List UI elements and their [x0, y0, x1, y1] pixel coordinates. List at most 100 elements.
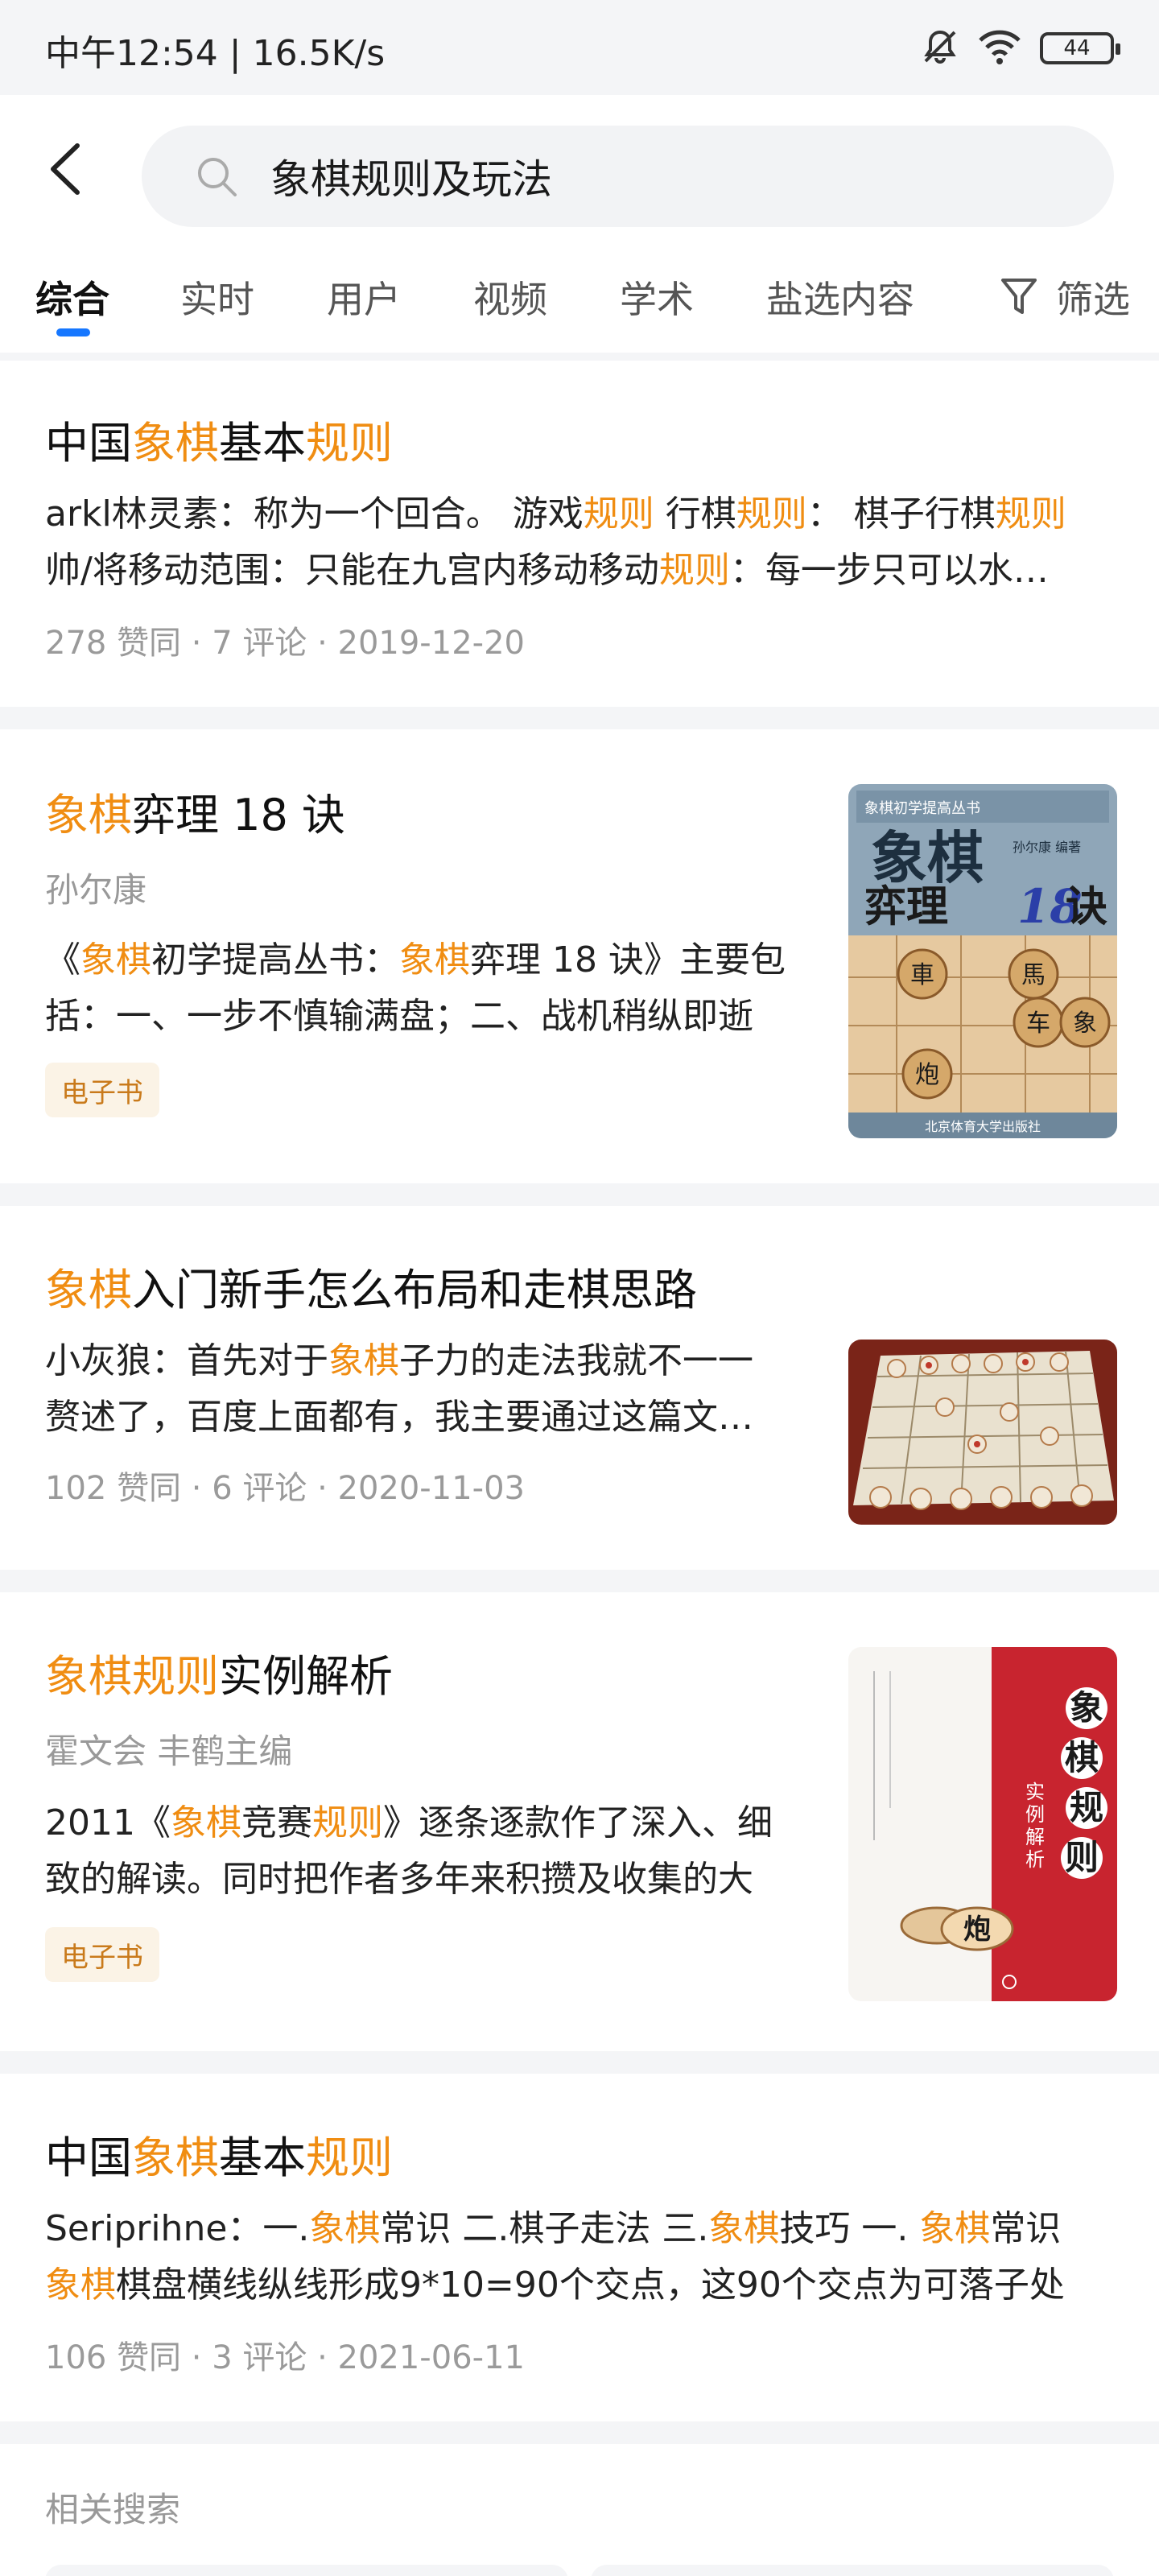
result-card[interactable]: 象棋入门新手怎么布局和走棋思路 小灰狼：首先对于象棋子力的走法我就不一一 赘述了…: [0, 1206, 1159, 1570]
highlight-term: 规则: [736, 493, 807, 535]
card-meta: 102 赞同 · 6 评论 · 2020-11-03: [45, 1470, 525, 1507]
text-segment: 竞赛: [241, 1802, 312, 1843]
related-searches-title: 相关搜索: [45, 2490, 181, 2529]
snippet-line: Seriprihne：一.象棋常识 二.棋子走法 三.象棋技巧 一. 象棋常识: [45, 2201, 1116, 2257]
highlight-term: 象棋: [708, 2208, 780, 2249]
highlight-term: 规则: [583, 493, 654, 535]
text-segment: 基本: [219, 418, 306, 469]
card-title: 象棋弈理 18 诀: [45, 779, 345, 843]
result-card[interactable]: 中国象棋基本规则 Seriprihne：一.象棋常识 二.棋子走法 三.象棋技巧…: [0, 2074, 1159, 2421]
ebook-badge: 电子书: [45, 1927, 159, 1982]
highlight-term: 象棋: [45, 1265, 132, 1315]
text-segment: ：每一步只可以水…: [729, 550, 1049, 591]
snippet-line: 帅/将移动范围：只能在九宫内移动移动规则：每一步只可以水…: [45, 543, 1116, 599]
highlight-term: 象棋: [45, 2264, 116, 2306]
text-segment: 常识 二.棋子走法 三.: [380, 2208, 709, 2249]
search-icon: [195, 153, 241, 200]
text-segment: Seriprihne：一.: [45, 2208, 310, 2249]
text-segment: 中国: [45, 2132, 132, 2183]
tab-overall[interactable]: 综合: [35, 270, 109, 324]
text-segment: 》逐条逐款作了深入、细: [382, 1802, 773, 1843]
status-bar: 中午12:54 | 16.5K/s 44: [0, 0, 1159, 95]
text-segment: 常识: [990, 2208, 1062, 2249]
card-snippet: arkl林灵素：称为一个回合。 游戏规则 行棋规则： 棋子行棋规则 帅/将移动范…: [45, 486, 1116, 599]
text-segment: 小灰狼：首先对于: [45, 1340, 328, 1381]
book-title-char: 规: [1070, 1788, 1103, 1827]
book-piece-label: 炮: [963, 1913, 991, 1946]
book-title-char: 棋: [1065, 1738, 1099, 1777]
text-segment: 棋盘横线纵线形成9*10=90个交点，这90个交点为可落子处: [116, 2264, 1065, 2306]
related-searches: 相关搜索: [0, 2444, 1159, 2576]
snippet-line: 2011《象棋竞赛规则》逐条逐款作了深入、细: [45, 1795, 818, 1852]
text-segment: 基本: [219, 2132, 306, 2183]
back-button[interactable]: [32, 137, 97, 201]
highlight-term: 象棋: [328, 1340, 399, 1381]
text-segment: 行棋: [654, 493, 736, 535]
result-card[interactable]: 象棋规则实例解析 霍文会 丰鹤主编 2011《象棋竞赛规则》逐条逐款作了深入、细…: [0, 1592, 1159, 2051]
filter-icon: [1001, 279, 1037, 314]
tab-active-indicator: [56, 328, 90, 336]
highlight-term: 规则: [658, 550, 730, 591]
book-cover-image[interactable]: 象 棋 规 则 实 例 解 析 炮: [848, 1647, 1117, 2001]
book-title-char: 象: [1070, 1688, 1103, 1728]
highlight-term: 规则: [306, 418, 393, 469]
chess-piece: 車: [910, 961, 934, 989]
text-segment: 子力的走法我就不一一: [399, 1340, 753, 1381]
card-meta: 278 赞同 · 7 评论 · 2019-12-20: [45, 625, 525, 662]
related-search-chip[interactable]: [591, 2565, 1114, 2576]
chess-piece: 象: [1073, 1009, 1097, 1038]
snippet-line: 《象棋初学提高丛书：象棋弈理 18 诀》主要包: [45, 932, 818, 989]
card-author: 孙尔康: [45, 870, 147, 910]
card-snippet: 《象棋初学提高丛书：象棋弈理 18 诀》主要包 括：一、一步不慎输满盘；二、战机…: [45, 932, 818, 1045]
ebook-badge: 电子书: [45, 1063, 159, 1117]
highlight-term: 规则: [311, 1802, 383, 1843]
card-author: 霍文会 丰鹤主编: [45, 1732, 293, 1771]
search-input[interactable]: 象棋规则及玩法: [142, 126, 1114, 227]
book-cover-image[interactable]: 象棋初学提高丛书 象棋 孙尔康 编著 弈理 18 诀 車 馬 车 象 炮 北京体…: [848, 784, 1117, 1138]
result-card[interactable]: 象棋弈理 18 诀 孙尔康 《象棋初学提高丛书：象棋弈理 18 诀》主要包 括：…: [0, 729, 1159, 1183]
highlight-term: 象棋: [170, 1802, 241, 1843]
highlight-term: 规则: [306, 2132, 393, 2183]
highlight-term: 象棋: [132, 2132, 219, 2183]
status-time-speed: 中午12:54 | 16.5K/s: [45, 33, 386, 74]
book-subtitle-char: 实: [1025, 1781, 1045, 1803]
chess-photo-image[interactable]: [848, 1340, 1117, 1525]
book-subtitle-char: 析: [1025, 1848, 1045, 1871]
snippet-line: 象棋棋盘横线纵线形成9*10=90个交点，这90个交点为可落子处: [45, 2257, 1116, 2314]
snippet-line: 括：一、一步不慎输满盘；二、战机稍纵即逝: [45, 989, 818, 1045]
highlight-term: 象棋: [80, 939, 151, 980]
text-segment: arkl林灵素：称为一个回合。 游戏: [45, 493, 584, 535]
tab-video[interactable]: 视频: [473, 270, 547, 324]
text-segment: 弈理 18 诀》主要包: [470, 939, 786, 980]
card-title: 象棋入门新手怎么布局和走棋思路: [45, 1254, 697, 1318]
card-snippet: 小灰狼：首先对于象棋子力的走法我就不一一 赘述了，百度上面都有，我主要通过这篇文…: [45, 1333, 818, 1446]
snippet-line: 小灰狼：首先对于象棋子力的走法我就不一一: [45, 1333, 818, 1389]
card-title: 象棋规则实例解析: [45, 1641, 393, 1704]
highlight-term: 象棋: [309, 2208, 381, 2249]
text-segment: 实例解析: [219, 1651, 393, 1702]
highlight-term: 象棋规则: [45, 1651, 219, 1702]
status-icons: 44: [921, 24, 1120, 72]
tab-selected-content[interactable]: 盐选内容: [766, 270, 914, 324]
filter-label: 筛选: [1056, 278, 1130, 321]
chess-piece: 馬: [1021, 961, 1046, 989]
text-segment: 《: [45, 939, 80, 980]
highlight-term: 象棋: [399, 939, 470, 980]
card-meta: 106 赞同 · 3 评论 · 2021-06-11: [45, 2339, 525, 2376]
tab-users[interactable]: 用户: [327, 270, 401, 324]
text-segment: 致的解读。同时把作者多年来积攒及收集的大: [45, 1859, 753, 1900]
snippet-line: 赘述了，百度上面都有，我主要通过这篇文…: [45, 1389, 818, 1446]
tab-academic[interactable]: 学术: [620, 270, 694, 324]
back-arrow-icon: [51, 143, 80, 195]
result-card[interactable]: 中国象棋基本规则 arkl林灵素：称为一个回合。 游戏规则 行棋规则： 棋子行棋…: [0, 361, 1159, 707]
book-subtitle-char: 解: [1025, 1826, 1045, 1848]
tab-realtime[interactable]: 实时: [180, 270, 254, 324]
book-subtitle-char: 例: [1025, 1803, 1045, 1826]
text-segment: 括：一、一步不慎输满盘；二、战机稍纵即逝: [45, 996, 753, 1037]
related-search-chip[interactable]: [45, 2565, 568, 2576]
filter-button[interactable]: 筛选: [1000, 270, 1130, 324]
book-series: 象棋初学提高丛书: [864, 800, 980, 817]
text-segment: 技巧 一.: [779, 2208, 920, 2249]
card-title: 中国象棋基本规则: [45, 2122, 393, 2186]
mute-icon: [921, 27, 959, 69]
